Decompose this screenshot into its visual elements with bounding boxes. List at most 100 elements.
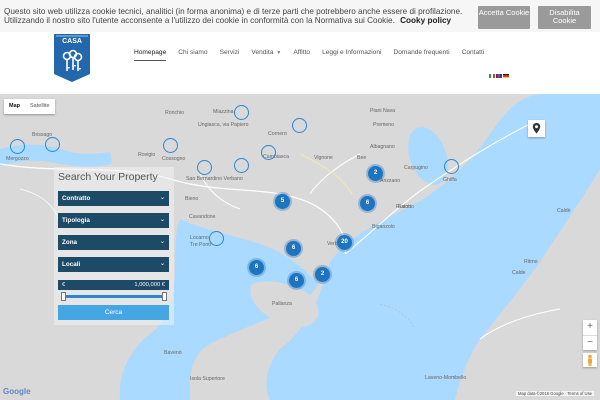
cluster-marker[interactable]: 6: [289, 273, 304, 288]
place-label: Bieno: [185, 196, 199, 202]
property-marker[interactable]: [234, 158, 249, 173]
place-label: Laveno-Mombello: [425, 375, 467, 381]
chevron-down-icon: ⌄: [159, 195, 165, 201]
place-label: Tre Ponti: [190, 242, 211, 248]
chevron-down-icon: ⌄: [159, 239, 165, 245]
property-marker[interactable]: [234, 105, 249, 120]
place-label: Vignone: [314, 155, 333, 161]
street-view-pegman[interactable]: [583, 353, 597, 367]
disable-cookie-button[interactable]: Disabilita Cookie: [538, 6, 591, 29]
nav-affitto[interactable]: Affitto: [293, 49, 310, 61]
logo-text: CASA: [62, 38, 82, 45]
cluster-marker[interactable]: 6: [360, 196, 375, 211]
page: Questo sito web utilizza cookie tecnici,…: [0, 0, 600, 400]
place-label: Premeno: [373, 122, 395, 128]
place-label: Bavenò: [164, 350, 182, 356]
nav-servizi[interactable]: Servizi: [220, 49, 240, 61]
chevron-down-icon: ▼: [276, 50, 282, 56]
price-range-display: € 1,000,000 €: [58, 280, 169, 290]
nav-chi-siamo[interactable]: Chi siamo: [178, 49, 207, 61]
logo[interactable]: CASA: [54, 34, 90, 82]
nav-leggi-informazioni[interactable]: Leggi e Informazioni: [322, 49, 381, 61]
zoom-control: + −: [583, 320, 597, 350]
place-label: Piani Nava: [370, 108, 396, 114]
nav-homepage[interactable]: Homepage: [134, 49, 167, 61]
place-label: San Bernardino Verbano: [186, 176, 243, 182]
nav-contatti[interactable]: Contatti: [462, 49, 485, 61]
zona-label: Zona: [62, 239, 78, 246]
locali-select[interactable]: Locali ⌄: [58, 257, 169, 272]
nav-domande-frequenti[interactable]: Domande frequenti: [393, 49, 449, 61]
nav-vendita[interactable]: Vendita ▼: [251, 49, 281, 61]
map-type-control: Map Satellite: [4, 99, 55, 114]
search-title: Search Your Property: [58, 171, 158, 183]
property-marker[interactable]: [444, 159, 459, 174]
place-label: Arizzano: [380, 178, 401, 184]
property-marker[interactable]: [163, 138, 178, 153]
german-flag-icon[interactable]: [503, 74, 509, 78]
contratto-label: Contratto: [62, 195, 91, 202]
cluster-marker[interactable]: 20: [337, 235, 352, 250]
cookie-bar: Questo sito web utilizza cookie tecnici,…: [0, 0, 600, 32]
place-label: Rovigio: [138, 152, 156, 158]
cluster-marker[interactable]: 6: [286, 241, 301, 256]
place-label: Carpugino: [404, 165, 428, 171]
zona-select[interactable]: Zona ⌄: [58, 235, 169, 250]
map-pin-icon: [532, 123, 541, 134]
map-attribution[interactable]: Map data ©2016 Google · Terms of Use: [516, 391, 595, 396]
tipologia-select[interactable]: Tipologia ⌄: [58, 213, 169, 228]
pegman-icon: [588, 354, 592, 366]
accept-cookie-button[interactable]: Accetta Cookie: [478, 6, 530, 29]
price-slider-track[interactable]: [63, 295, 166, 298]
cookie-message: Questo sito web utilizza cookie tecnici,…: [4, 7, 463, 25]
language-selector: [489, 74, 509, 78]
zoom-out-button[interactable]: −: [583, 335, 597, 350]
place-label: Caldè: [557, 208, 571, 214]
property-search-panel: Search Your Property Contratto ⌄ Tipolog…: [54, 167, 174, 325]
place-label: Biganzolo: [372, 224, 395, 230]
property-marker[interactable]: [45, 137, 60, 152]
place-label: Ungiasca, via Papiero: [198, 122, 249, 128]
map-type-map[interactable]: Map: [4, 99, 25, 114]
cluster-marker[interactable]: 2: [368, 166, 383, 181]
main-nav: Homepage Chi siamo Servizi Vendita ▼ Affi…: [134, 49, 496, 61]
contratto-select[interactable]: Contratto ⌄: [58, 191, 169, 206]
property-map[interactable]: Brissago Miazzina Ronchio Ungiasca, via …: [0, 94, 600, 400]
nav-vendita-label: Vendita: [251, 49, 274, 56]
english-flag-icon[interactable]: [496, 74, 502, 78]
place-label: Cornero: [268, 131, 287, 137]
place-label: Ritmo: [524, 259, 538, 265]
chevron-down-icon: ⌄: [159, 261, 165, 267]
italian-flag-icon[interactable]: [489, 74, 495, 78]
place-label: Cavandone: [189, 214, 216, 220]
cluster-marker[interactable]: 2: [315, 267, 330, 282]
price-slider-min-handle[interactable]: [61, 292, 66, 301]
place-label: Ronchio: [165, 110, 185, 116]
price-slider-max-handle[interactable]: [162, 292, 167, 301]
property-marker[interactable]: [292, 118, 307, 133]
search-button[interactable]: Cerca: [58, 305, 169, 320]
property-marker[interactable]: [209, 231, 224, 246]
place-label: Miazzina: [213, 109, 234, 115]
property-marker[interactable]: [261, 145, 276, 160]
cookie-policy-link[interactable]: Cooky policy: [400, 16, 451, 25]
place-label: Isola Superiore: [190, 376, 225, 382]
place-label: Ghiffa: [443, 177, 457, 183]
property-marker[interactable]: [197, 160, 212, 175]
cluster-marker[interactable]: 5: [275, 194, 290, 209]
cluster-marker[interactable]: 6: [249, 260, 264, 275]
place-label: Mergozzo: [6, 156, 29, 162]
place-label: Bee: [357, 155, 367, 161]
property-marker[interactable]: [10, 139, 25, 154]
tipologia-label: Tipologia: [62, 217, 90, 224]
zoom-in-button[interactable]: +: [583, 320, 597, 335]
locali-label: Locali: [62, 261, 81, 268]
place-label: Albagnano: [370, 144, 395, 150]
place-label: Calde: [512, 270, 526, 276]
cookie-text: Questo sito web utilizza cookie tecnici,…: [4, 7, 474, 25]
price-max: 1,000,000 €: [134, 282, 165, 288]
location-button[interactable]: [528, 120, 545, 137]
site-header: CASA Homepage Chi siamo Servizi Vendita ▼…: [0, 32, 600, 94]
map-type-satellite[interactable]: Satellite: [25, 99, 55, 114]
place-label: Pallanza: [272, 301, 292, 307]
